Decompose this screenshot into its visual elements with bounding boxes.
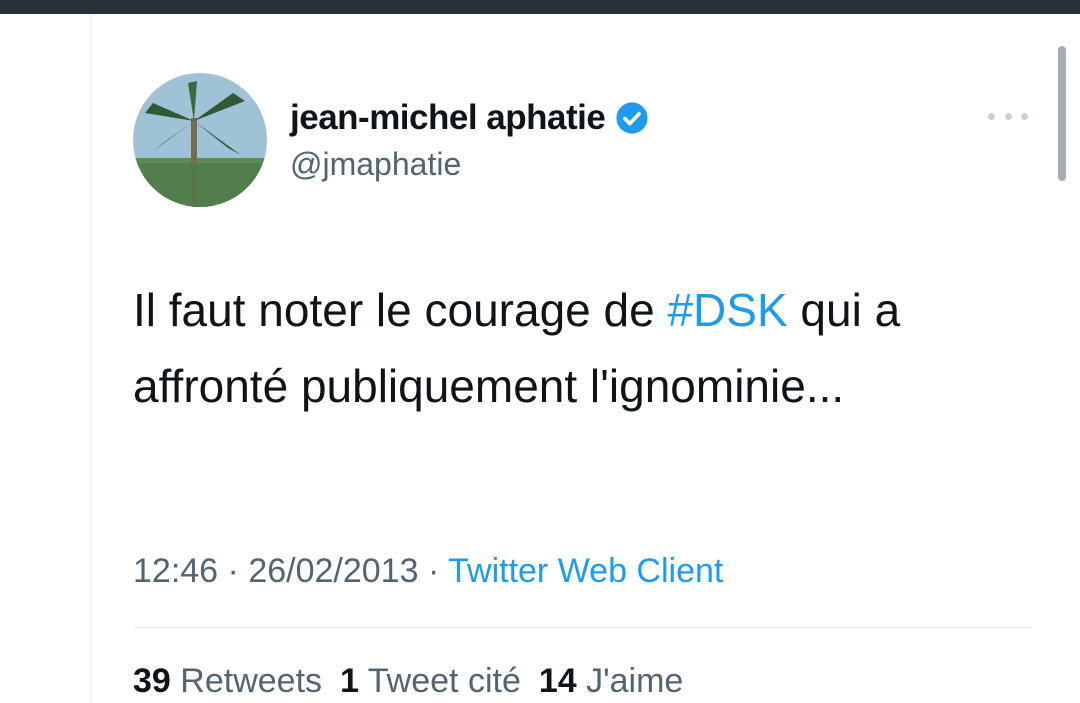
quotes-count: 1	[340, 662, 359, 700]
display-name[interactable]: jean-michel aphatie	[290, 98, 606, 138]
meta-separator: ·	[427, 552, 440, 590]
quotes-label: Tweet cité	[367, 662, 521, 700]
tweet-metadata: 12:46 · 26/02/2013 · Twitter Web Client	[133, 552, 723, 591]
tweet-text-part1: Il faut noter le courage de	[133, 284, 668, 336]
likes-count: 14	[538, 662, 577, 700]
likes-label: J'aime	[586, 662, 684, 700]
more-dot	[988, 112, 995, 120]
retweets-stat[interactable]: 39 Retweets	[133, 662, 322, 701]
likes-stat[interactable]: 14 J'aime	[539, 662, 683, 701]
stats-divider	[133, 627, 1031, 628]
tweet-date[interactable]: 26/02/2013	[248, 552, 418, 590]
meta-separator: ·	[227, 552, 239, 590]
verified-badge-icon	[616, 102, 648, 134]
more-dot	[1021, 112, 1028, 120]
user-name-row: jean-michel aphatie	[290, 98, 649, 138]
tweet-source[interactable]: Twitter Web Client	[448, 552, 723, 590]
quotes-stat[interactable]: 1 Tweet cité	[340, 662, 521, 701]
left-margin	[0, 14, 90, 703]
retweets-count: 39	[133, 662, 171, 700]
scrollbar[interactable]	[1058, 46, 1066, 181]
tweet-stats: 39 Retweets 1 Tweet cité 14 J'aime	[133, 662, 683, 701]
top-bar	[0, 0, 1080, 14]
more-options-icon[interactable]	[988, 104, 1028, 128]
tweet-text: Il faut noter le courage de #DSK qui a a…	[133, 272, 1033, 424]
avatar[interactable]	[133, 73, 267, 207]
column-divider	[90, 14, 91, 703]
more-dot	[1004, 112, 1012, 120]
tweet-time[interactable]: 12:46	[133, 552, 218, 590]
user-handle[interactable]: @jmaphatie	[290, 146, 461, 183]
avatar-image	[133, 73, 267, 207]
hashtag-link[interactable]: #DSK	[667, 284, 787, 336]
retweets-label: Retweets	[180, 662, 323, 700]
